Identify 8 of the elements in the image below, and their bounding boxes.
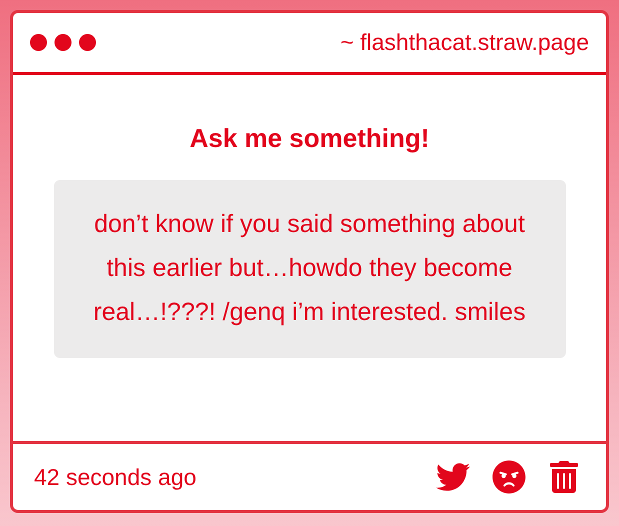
question-text: don’t know if you said something about this earlier but…howdo they become real…!???! /genq i’m interested. smiles <box>92 209 527 328</box>
page-address: ~ flashthacat.straw.page <box>340 29 589 56</box>
trash-icon[interactable] <box>548 461 580 493</box>
timestamp: 42 seconds ago <box>34 464 196 490</box>
twitter-bird-icon[interactable] <box>436 460 470 494</box>
heading: Ask me something! <box>190 123 430 154</box>
window-dots-icon <box>30 34 96 51</box>
angry-face-icon[interactable] <box>492 460 526 494</box>
